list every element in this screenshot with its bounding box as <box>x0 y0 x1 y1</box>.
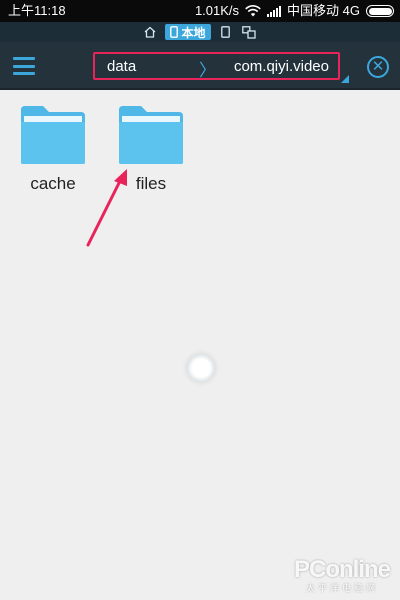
dropdown-corner-icon[interactable] <box>341 75 349 83</box>
menu-button[interactable] <box>12 54 36 78</box>
device-icon <box>221 26 230 38</box>
carrier-label: 中国移动 4G <box>287 3 360 18</box>
breadcrumb[interactable]: data 〉 com.qiyi.video <box>93 52 340 80</box>
annotation-arrow-icon <box>86 169 127 247</box>
breadcrumb-separator-icon: 〉 <box>199 61 216 80</box>
status-bar: 上午11:18 1.01K/s 中国移动 4G <box>0 0 400 22</box>
hamburger-icon-bar <box>13 57 35 60</box>
close-circle-icon[interactable]: ✕ <box>367 56 389 78</box>
status-indicators: 1.01K/s 中国移动 4G <box>195 0 394 22</box>
storage-tab-remote[interactable] <box>241 24 257 40</box>
status-time: 上午11:18 <box>8 3 66 18</box>
wifi-icon <box>245 5 261 17</box>
storage-tab-device[interactable] <box>219 24 233 40</box>
signal-icon <box>267 5 282 17</box>
battery-icon <box>366 5 394 17</box>
network-speed: 1.01K/s <box>194 3 240 18</box>
storage-tab-local[interactable]: 本地 <box>165 24 211 40</box>
hamburger-icon-bar <box>13 64 35 68</box>
phone-icon <box>170 26 179 38</box>
watermark: PConline 太平洋电脑网 <box>293 556 391 594</box>
storage-tabs: 本地 <box>0 22 400 42</box>
remote-device-icon <box>241 25 256 39</box>
toolbar: data 〉 com.qiyi.video ✕ <box>0 42 400 90</box>
loading-spinner-icon <box>187 354 215 382</box>
breadcrumb-current[interactable]: com.qiyi.video <box>234 58 329 75</box>
home-icon <box>145 26 156 38</box>
storage-tab-home[interactable] <box>143 24 157 40</box>
folder-icon <box>21 106 85 164</box>
watermark-subtitle: 太平洋电脑网 <box>305 583 378 593</box>
folder-icon <box>119 106 183 164</box>
breadcrumb-root[interactable]: data <box>107 58 136 75</box>
hamburger-icon-bar <box>13 72 35 75</box>
storage-tab-local-label: 本地 <box>181 25 206 40</box>
watermark-brand: PConline <box>293 556 391 583</box>
